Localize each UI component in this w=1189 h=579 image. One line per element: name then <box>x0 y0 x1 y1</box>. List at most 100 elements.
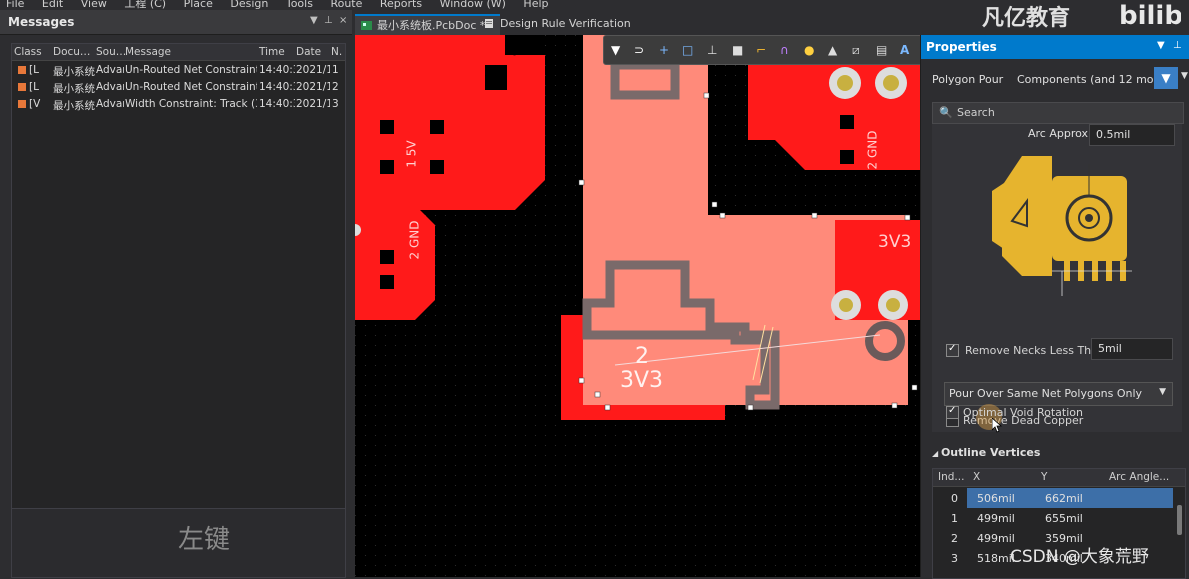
messages-table: Class Docu… Sou… Message Time Date N. [L… <box>11 43 346 517</box>
pad-label-3v3-right: 3V3 <box>878 232 912 252</box>
route-icon[interactable]: ⊃ <box>634 43 644 57</box>
menu-reports[interactable]: Reports <box>380 0 422 10</box>
search-input[interactable]: 🔍 Search <box>932 102 1184 124</box>
filter-summary[interactable]: Components (and 12 more) <box>1017 73 1169 86</box>
object-type-label: Polygon Pour <box>932 73 1004 86</box>
menu-route[interactable]: Route <box>330 0 362 10</box>
polygon-pour-illustration <box>992 156 1132 296</box>
pad-label-3: 3 <box>505 44 527 57</box>
col-x[interactable]: X <box>973 471 980 483</box>
brand-watermark: 凡亿教育 <box>982 6 1071 31</box>
pin-icon[interactable]: ⊥ <box>324 15 333 26</box>
violation-icon <box>18 66 26 74</box>
pin-icon[interactable]: ⊥ <box>1173 40 1182 51</box>
close-icon[interactable]: × <box>339 15 347 26</box>
pad-label-3v3: 3V3 <box>620 368 664 393</box>
filter-dropdown-icon[interactable]: ▼ <box>1181 71 1188 81</box>
col-class[interactable]: Class <box>14 46 42 58</box>
search-icon: 🔍 <box>939 106 953 119</box>
properties-panel: Properties ▼ ⊥ Polygon Pour Components (… <box>920 35 1189 579</box>
panel-menu-icon[interactable]: ▼ <box>310 15 318 26</box>
pcb-doc-icon <box>361 21 372 30</box>
col-number[interactable]: N. <box>331 46 342 58</box>
table-row[interactable]: 1 499mil 655mil <box>933 508 1185 528</box>
report-doc-icon <box>485 19 493 28</box>
text-icon[interactable]: A <box>900 43 909 57</box>
chevron-down-icon: ▼ <box>1159 387 1166 397</box>
pad-label-2-gnd-right: 2 GND <box>865 130 880 170</box>
vertices-scrollbar[interactable] <box>1177 505 1182 535</box>
mouse-hint-box: 左键 <box>11 508 346 578</box>
violation-icon <box>18 100 26 108</box>
col-message[interactable]: Message <box>125 46 171 58</box>
panel-menu-icon[interactable]: ▼ <box>1157 40 1165 51</box>
crosshair-icon[interactable]: + <box>659 43 669 57</box>
col-source[interactable]: Sou… <box>96 46 126 58</box>
polygon-icon[interactable]: ▲ <box>828 43 837 57</box>
col-date[interactable]: Date <box>296 46 321 58</box>
menu-edit[interactable]: Edit <box>42 0 63 10</box>
col-arc-angle[interactable]: Arc Angle... <box>1109 471 1169 483</box>
col-index[interactable]: Ind... <box>938 471 964 483</box>
pour-mode-select[interactable]: Pour Over Same Net Polygons Only ▼ <box>944 382 1173 406</box>
menu-help[interactable]: Help <box>523 0 548 10</box>
menu-view[interactable]: View <box>81 0 107 10</box>
table-row[interactable]: [L 最小系统 Advan Un-Routed Net Constraint: … <box>12 62 345 79</box>
table-row[interactable]: [L 最小系统 Advan Un-Routed Net Constraint: … <box>12 79 345 96</box>
align-icon[interactable]: ⊥ <box>707 43 717 57</box>
left-click-hint: 左键 <box>178 525 231 555</box>
chart-icon[interactable]: ▤ <box>876 43 887 57</box>
document-tabs: 最小系统板.PcbDoc * Design Rule Verification … <box>352 10 920 50</box>
messages-panel-header: Messages ▼ ⊥ × <box>0 10 352 35</box>
menu-tools[interactable]: Tools <box>286 0 313 10</box>
length-tune-icon[interactable]: ∩ <box>780 43 789 57</box>
col-y[interactable]: Y <box>1041 471 1047 483</box>
tab-drc-report[interactable]: Design Rule Verification Report <box>478 14 670 50</box>
polygon-options-section: Arc Approx. 0.5mil ✓ Remove Necks Less T… <box>932 124 1182 433</box>
col-document[interactable]: Docu… <box>53 46 90 58</box>
optimal-void-rotation-label: Optimal Void Rotation <box>963 406 1083 419</box>
via-icon[interactable]: ● <box>804 43 814 57</box>
filter-icon[interactable]: ▼ <box>611 43 620 57</box>
csdn-watermark: CSDN @大象荒野 <box>1010 547 1149 567</box>
select-rect-icon[interactable]: □ <box>682 43 693 57</box>
menu-window[interactable]: Window (W) <box>440 0 506 10</box>
remove-necks-checkbox[interactable]: ✓ <box>946 343 959 357</box>
pad-label-2: 2 <box>635 344 649 369</box>
pcb-canvas[interactable]: 3 1 5V 2 GND 2 GND 3V3 2 3V3 ▼ ⊃ + □ ⊥ ■… <box>355 35 920 577</box>
remove-necks-field[interactable]: 5mil <box>1091 338 1173 360</box>
pad-2-gnd-left[interactable] <box>355 210 435 320</box>
vertices-table-header: Ind... X Y Arc Angle... <box>933 469 1185 487</box>
violation-icon <box>18 83 26 91</box>
menu-file[interactable]: File <box>6 0 24 10</box>
properties-header: Properties ▼ ⊥ <box>921 35 1189 59</box>
col-time[interactable]: Time <box>259 46 285 58</box>
arc-approx-field[interactable]: 0.5mil <box>1089 124 1175 146</box>
pad-1-5v[interactable] <box>355 90 545 210</box>
pad-label-2-gnd-left: 2 GND <box>407 220 422 260</box>
optimal-void-rotation-checkbox[interactable]: ✓ <box>946 405 959 419</box>
mouse-pointer-icon <box>992 418 1003 433</box>
table-row[interactable]: [V 最小系统 Advan Width Constraint: Track (3… <box>12 96 345 113</box>
pcb-drawing[interactable] <box>355 35 920 577</box>
table-row[interactable]: 0 506mil 662mil <box>933 488 1185 508</box>
menu-design[interactable]: Design <box>230 0 268 10</box>
menu-place[interactable]: Place <box>184 0 213 10</box>
svg-text:bilib: bilib <box>1119 1 1181 28</box>
remove-necks-label: Remove Necks Less Than <box>965 344 1105 357</box>
messages-panel: Messages ▼ ⊥ × Class Docu… Sou… Message … <box>0 10 352 578</box>
pad-label-1-5v: 1 5V <box>404 140 419 168</box>
arc-approx-label: Arc Approx. <box>1028 127 1092 140</box>
messages-table-header: Class Docu… Sou… Message Time Date N. <box>12 44 345 61</box>
object-filter-row: Polygon Pour Components (and 12 more) ▼ … <box>921 59 1189 99</box>
menu-project[interactable]: 工程 (C) <box>124 0 166 10</box>
interactive-route-icon[interactable]: ⌐ <box>756 43 766 57</box>
properties-title: Properties <box>926 40 997 54</box>
component-icon[interactable]: ■ <box>732 43 743 57</box>
active-bar-toolbar: ▼ ⊃ + □ ⊥ ■ ⌐ ∩ ● ▲ ⧄ ▤ A <box>603 35 920 65</box>
bilibili-logo: bilib <box>1119 1 1181 28</box>
filter-button[interactable]: ▼ <box>1154 67 1178 89</box>
outline-vertices-header[interactable]: ◢ Outline Vertices <box>932 446 1040 459</box>
messages-title: Messages <box>8 15 75 29</box>
keepout-icon[interactable]: ⧄ <box>852 43 860 58</box>
